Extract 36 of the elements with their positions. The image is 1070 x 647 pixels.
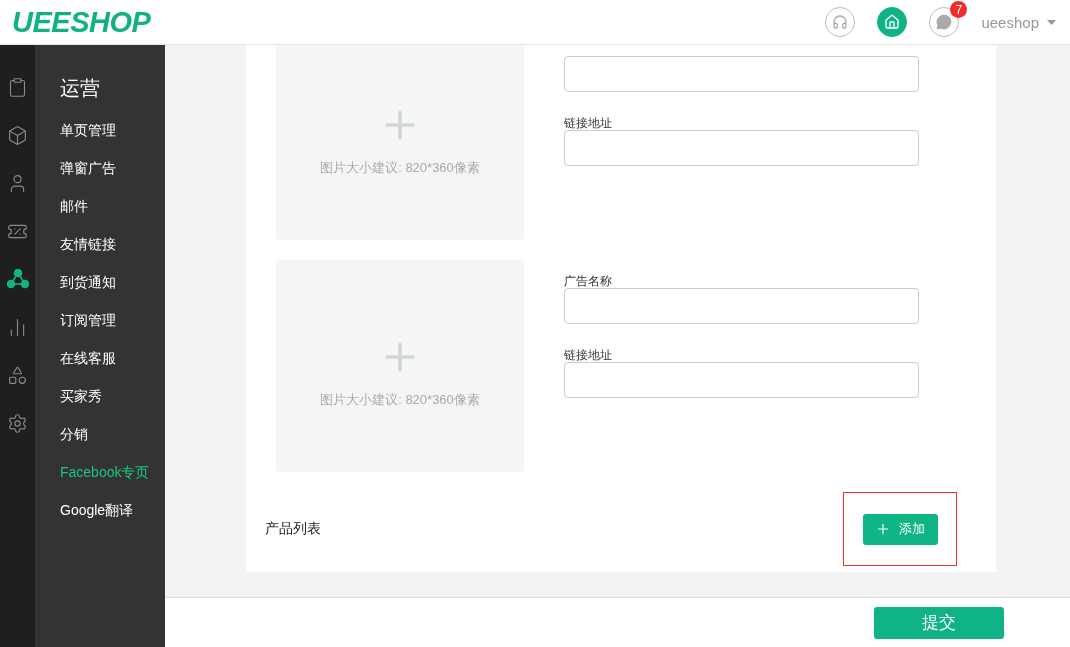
menu-item[interactable]: 订阅管理	[60, 310, 165, 348]
upload-hint: 图片大小建议: 820*360像素	[320, 159, 480, 177]
menu-item[interactable]: 买家秀	[60, 386, 165, 424]
headset-icon	[832, 14, 849, 30]
settings-icon[interactable]	[7, 412, 28, 434]
input-field[interactable]	[564, 130, 919, 166]
menu-item[interactable]: Facebook专页	[60, 462, 165, 500]
upload-hint: 图片大小建议: 820*360像素	[320, 391, 480, 409]
menu-item[interactable]: 邮件	[60, 196, 165, 234]
notification-badge: 7	[950, 1, 968, 18]
plus-icon	[875, 521, 891, 537]
clipboard-icon[interactable]	[7, 76, 28, 98]
menu-title: 运营	[60, 76, 101, 101]
menu-item[interactable]: 友情链接	[60, 234, 165, 272]
cube-icon[interactable]	[7, 124, 28, 146]
field-label: 广告名称	[564, 274, 613, 288]
menu-item[interactable]: 单页管理	[60, 120, 165, 158]
input-field[interactable]	[564, 362, 919, 398]
shapes-icon[interactable]	[7, 364, 28, 386]
input-field[interactable]	[564, 56, 919, 92]
share-nodes-icon[interactable]	[6, 269, 29, 289]
menu-item[interactable]: 弹窗广告	[60, 158, 165, 196]
field-label: 链接地址	[564, 116, 613, 130]
input-field[interactable]	[564, 288, 919, 324]
caret-icon[interactable]	[1047, 19, 1056, 25]
menu-item[interactable]: 到货通知	[60, 272, 165, 310]
chat-icon	[936, 14, 953, 30]
home-button[interactable]	[877, 7, 908, 37]
logo: UEESHOP	[12, 5, 151, 39]
menu-item[interactable]: 分销	[60, 424, 165, 462]
message-button[interactable]	[929, 7, 960, 37]
field-label: 链接地址	[564, 348, 613, 362]
section-label: 产品列表	[265, 520, 321, 538]
menu-item[interactable]: Google翻译	[60, 500, 165, 538]
menu-item[interactable]: 在线客服	[60, 348, 165, 386]
home-icon	[884, 14, 901, 30]
